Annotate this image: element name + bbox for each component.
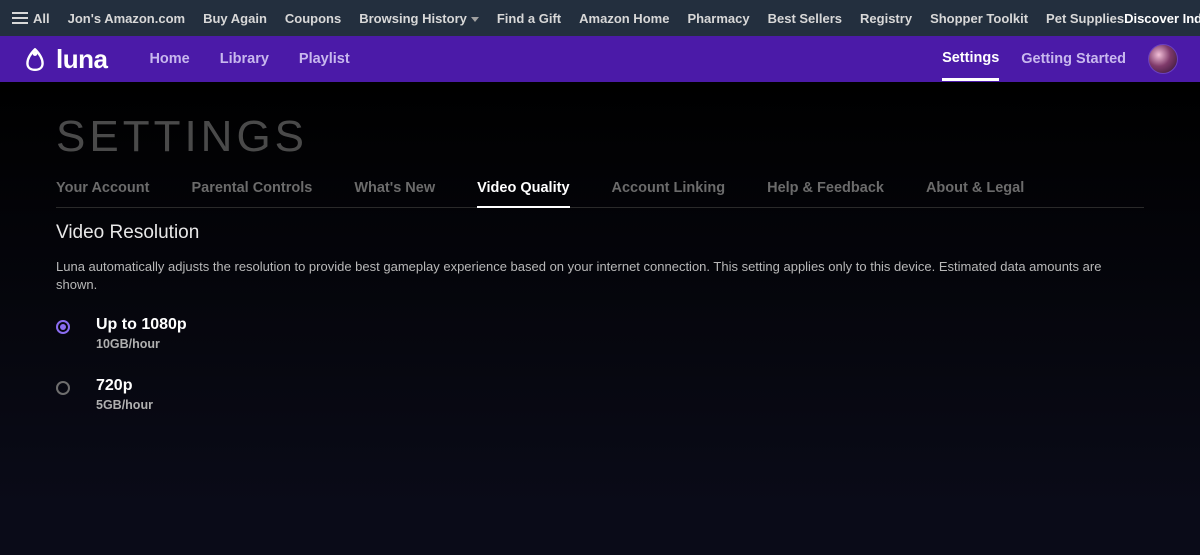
radio-labels: 720p 5GB/hour bbox=[96, 377, 153, 412]
top-link-shopper-toolkit[interactable]: Shopper Toolkit bbox=[930, 11, 1028, 26]
top-link-account[interactable]: Jon's Amazon.com bbox=[68, 11, 185, 26]
settings-content: SETTINGS Your Account Parental Controls … bbox=[0, 82, 1200, 555]
top-link-pharmacy[interactable]: Pharmacy bbox=[687, 11, 749, 26]
browsing-history-label: Browsing History bbox=[359, 11, 467, 26]
top-bar-right: Discover Indie Beauty bbox=[1124, 11, 1200, 26]
radio-icon bbox=[56, 381, 70, 395]
luna-nav-right: Settings Getting Started bbox=[942, 44, 1178, 74]
luna-nav-library[interactable]: Library bbox=[220, 51, 269, 67]
avatar[interactable] bbox=[1148, 44, 1178, 74]
luna-logo[interactable]: luna bbox=[22, 44, 107, 75]
luna-nav-settings[interactable]: Settings bbox=[942, 50, 999, 81]
page-title: SETTINGS bbox=[56, 112, 1144, 162]
top-link-amazon-home[interactable]: Amazon Home bbox=[579, 11, 669, 26]
tab-whats-new[interactable]: What's New bbox=[354, 180, 435, 208]
top-link-find-gift[interactable]: Find a Gift bbox=[497, 11, 561, 26]
top-link-coupons[interactable]: Coupons bbox=[285, 11, 341, 26]
radio-subtitle: 10GB/hour bbox=[96, 337, 187, 351]
top-link-pet-supplies[interactable]: Pet Supplies bbox=[1046, 11, 1124, 26]
amazon-top-bar: All Jon's Amazon.com Buy Again Coupons B… bbox=[0, 0, 1200, 36]
luna-nav-getting-started[interactable]: Getting Started bbox=[1021, 51, 1126, 79]
luna-logo-text: luna bbox=[56, 44, 107, 75]
section-title: Video Resolution bbox=[56, 222, 1144, 244]
tab-video-quality[interactable]: Video Quality bbox=[477, 180, 569, 208]
section-description: Luna automatically adjusts the resolutio… bbox=[56, 258, 1144, 294]
tab-account-linking[interactable]: Account Linking bbox=[612, 180, 726, 208]
radio-subtitle: 5GB/hour bbox=[96, 398, 153, 412]
hamburger-icon bbox=[12, 12, 28, 24]
resolution-radio-group: Up to 1080p 10GB/hour 720p 5GB/hour bbox=[56, 316, 1144, 412]
top-bar-left: All Jon's Amazon.com Buy Again Coupons B… bbox=[12, 11, 1124, 26]
top-link-discover[interactable]: Discover Indie Beauty bbox=[1124, 11, 1200, 26]
luna-nav-home[interactable]: Home bbox=[149, 51, 189, 67]
luna-logo-icon bbox=[22, 46, 48, 72]
top-link-browsing-history[interactable]: Browsing History bbox=[359, 11, 479, 26]
tab-parental-controls[interactable]: Parental Controls bbox=[191, 180, 312, 208]
settings-tabs: Your Account Parental Controls What's Ne… bbox=[56, 180, 1144, 208]
tab-your-account[interactable]: Your Account bbox=[56, 180, 149, 208]
resolution-option-1080p[interactable]: Up to 1080p 10GB/hour bbox=[56, 316, 1144, 351]
tab-about-legal[interactable]: About & Legal bbox=[926, 180, 1024, 208]
luna-nav-playlist[interactable]: Playlist bbox=[299, 51, 350, 67]
radio-title: Up to 1080p bbox=[96, 316, 187, 334]
top-link-best-sellers[interactable]: Best Sellers bbox=[768, 11, 842, 26]
luna-nav-left: luna Home Library Playlist bbox=[22, 44, 350, 75]
tab-help-feedback[interactable]: Help & Feedback bbox=[767, 180, 884, 208]
chevron-down-icon bbox=[471, 17, 479, 22]
luna-nav-links: Home Library Playlist bbox=[149, 51, 349, 67]
radio-labels: Up to 1080p 10GB/hour bbox=[96, 316, 187, 351]
all-menu-label: All bbox=[33, 11, 50, 26]
resolution-option-720p[interactable]: 720p 5GB/hour bbox=[56, 377, 1144, 412]
radio-icon bbox=[56, 320, 70, 334]
top-link-registry[interactable]: Registry bbox=[860, 11, 912, 26]
top-link-buy-again[interactable]: Buy Again bbox=[203, 11, 267, 26]
all-menu-button[interactable]: All bbox=[12, 11, 50, 26]
luna-nav-bar: luna Home Library Playlist Settings Gett… bbox=[0, 36, 1200, 82]
radio-title: 720p bbox=[96, 377, 153, 395]
